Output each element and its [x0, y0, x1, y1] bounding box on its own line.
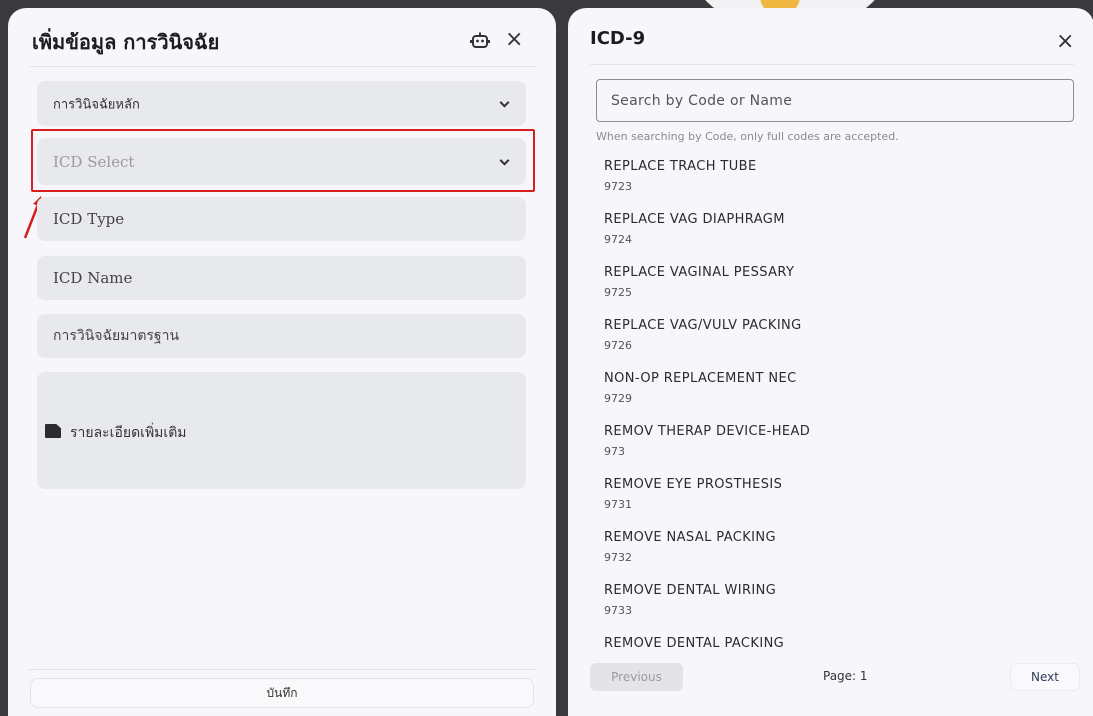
- previous-button[interactable]: Previous: [590, 663, 683, 691]
- result-name: REMOVE EYE PROSTHESIS: [604, 477, 783, 492]
- main-diagnosis-label: การวินิจฉัยหลัก: [53, 97, 140, 112]
- icd-type-placeholder: ICD Type: [53, 210, 125, 228]
- search-hint: When searching by Code, only full codes …: [596, 130, 899, 143]
- result-code: 9731: [604, 498, 632, 511]
- result-code: 9732: [604, 551, 632, 564]
- close-icon[interactable]: ×: [1056, 31, 1074, 53]
- result-name: REPLACE VAGINAL PESSARY: [604, 265, 795, 280]
- icd-name-placeholder: ICD Name: [53, 269, 133, 287]
- search-input[interactable]: [596, 79, 1074, 122]
- result-code: 9725: [604, 286, 632, 299]
- next-button[interactable]: Next: [1010, 663, 1080, 691]
- standard-diagnosis-placeholder: การวินิจฉัยมาตรฐาน: [53, 328, 180, 344]
- result-name: NON-OP REPLACEMENT NEC: [604, 371, 797, 386]
- robot-icon[interactable]: [470, 30, 490, 50]
- chevron-down-icon: [499, 155, 510, 166]
- results-list: REPLACE TRACH TUBE 9723 REPLACE VAG DIAP…: [604, 158, 1064, 650]
- main-diagnosis-select[interactable]: การวินิจฉัยหลัก: [37, 81, 526, 126]
- chevron-down-icon: [499, 97, 510, 108]
- result-code: 973: [604, 445, 625, 458]
- result-name: REPLACE TRACH TUBE: [604, 159, 757, 174]
- save-button[interactable]: บันทึก: [30, 678, 534, 708]
- icd-name-field[interactable]: ICD Name: [37, 256, 526, 300]
- list-item[interactable]: REMOVE DENTAL PACKING: [604, 635, 1064, 650]
- icd9-picker-dialog: ICD-9 × When searching by Code, only ful…: [568, 8, 1093, 716]
- list-item[interactable]: REMOVE EYE PROSTHESIS 9731: [604, 476, 1064, 529]
- result-name: REMOVE NASAL PACKING: [604, 530, 776, 545]
- list-item[interactable]: REPLACE VAG/VULV PACKING 9726: [604, 317, 1064, 370]
- result-code: 9723: [604, 180, 632, 193]
- icd-select-placeholder: ICD Select: [53, 152, 135, 171]
- footer-divider: [28, 669, 536, 670]
- result-name: REPLACE VAG/VULV PACKING: [604, 318, 802, 333]
- list-item[interactable]: REMOVE NASAL PACKING 9732: [604, 529, 1064, 582]
- list-item[interactable]: NON-OP REPLACEMENT NEC 9729: [604, 370, 1064, 423]
- header-divider: [590, 64, 1074, 65]
- icd-select[interactable]: ICD Select: [37, 138, 526, 185]
- list-item[interactable]: REPLACE TRACH TUBE 9723: [604, 158, 1064, 211]
- result-code: 9729: [604, 392, 632, 405]
- note-icon: [45, 424, 61, 438]
- close-icon[interactable]: ×: [505, 29, 523, 51]
- result-name: REMOV THERAP DEVICE-HEAD: [604, 424, 811, 439]
- add-diagnosis-dialog: เพิ่มข้อมูล การวินิจฉัย × การวินิจฉัยหลั…: [8, 8, 556, 716]
- standard-diagnosis-field[interactable]: การวินิจฉัยมาตรฐาน: [37, 314, 526, 358]
- result-code: 9733: [604, 604, 632, 617]
- result-name: REPLACE VAG DIAPHRAGM: [604, 212, 785, 227]
- result-code: 9726: [604, 339, 632, 352]
- icd-type-field[interactable]: ICD Type: [37, 197, 526, 241]
- additional-details-label: รายละเอียดเพิ่มเติม: [70, 425, 187, 441]
- dialog-title: ICD-9: [590, 28, 646, 49]
- list-item[interactable]: REPLACE VAG DIAPHRAGM 9724: [604, 211, 1064, 264]
- result-code: 9724: [604, 233, 632, 246]
- list-item[interactable]: REMOVE DENTAL WIRING 9733: [604, 582, 1064, 635]
- result-name: REMOVE DENTAL PACKING: [604, 636, 785, 650]
- header-divider: [30, 66, 536, 67]
- result-name: REMOVE DENTAL WIRING: [604, 583, 777, 598]
- dialog-title: เพิ่มข้อมูล การวินิจฉัย: [32, 30, 220, 54]
- list-item[interactable]: REMOV THERAP DEVICE-HEAD 973: [604, 423, 1064, 476]
- list-item[interactable]: REPLACE VAGINAL PESSARY 9725: [604, 264, 1064, 317]
- page-indicator: Page: 1: [823, 669, 868, 683]
